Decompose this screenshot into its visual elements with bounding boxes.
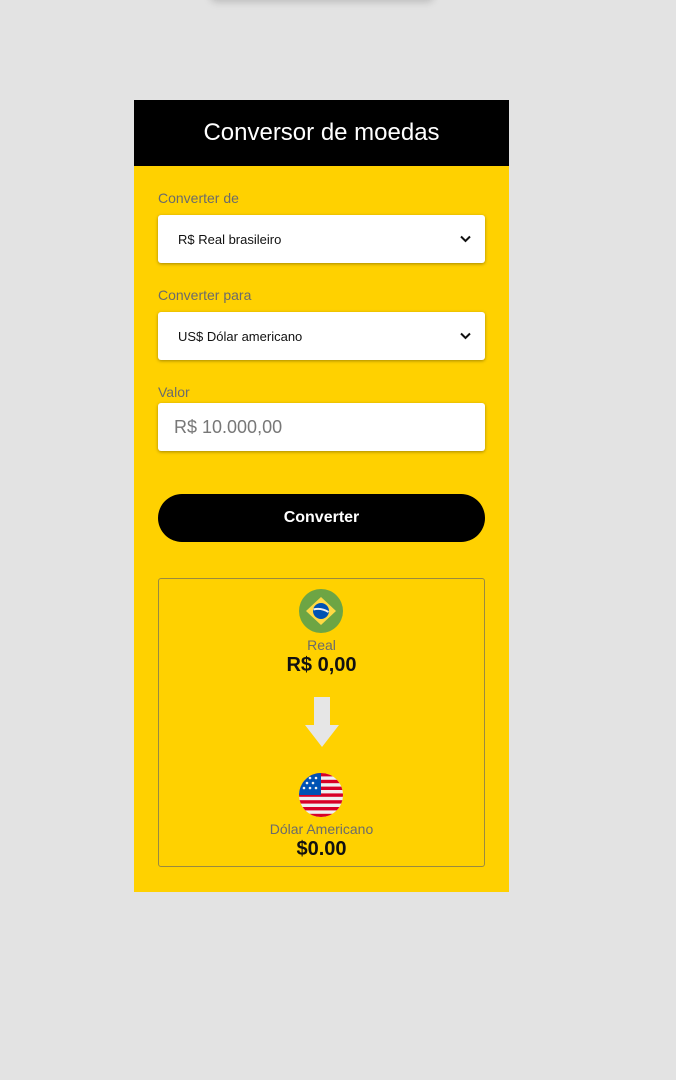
- card-header: Conversor de moedas: [134, 100, 509, 166]
- chevron-down-icon: [459, 233, 471, 245]
- target-currency-value: $0.00: [296, 838, 347, 860]
- amount-label: Valor: [158, 384, 190, 400]
- convert-button[interactable]: Converter: [158, 494, 485, 542]
- brazil-flag-icon: [299, 589, 343, 633]
- source-currency-value: R$ 0,00: [286, 654, 357, 676]
- arrow-down-icon: [305, 697, 339, 747]
- from-currency-value: R$ Real brasileiro: [178, 231, 282, 247]
- page-title: Conversor de moedas: [203, 119, 440, 146]
- from-currency-select[interactable]: R$ Real brasileiro: [158, 215, 485, 263]
- from-label: Converter de: [158, 190, 239, 206]
- result-panel: Real R$ 0,00 Dólar Americano $0.00: [158, 578, 485, 867]
- source-currency-name: Real: [307, 637, 336, 653]
- to-currency-select[interactable]: US$ Dólar americano: [158, 312, 485, 360]
- to-label: Converter para: [158, 287, 252, 303]
- to-currency-value: US$ Dólar americano: [178, 328, 303, 344]
- chevron-down-icon: [459, 330, 471, 342]
- amount-input[interactable]: R$ 10.000,00: [158, 403, 485, 451]
- target-currency-name: Dólar Americano: [269, 821, 374, 837]
- converter-card: Conversor de moedas Converter de R$ Real…: [134, 100, 509, 892]
- usa-flag-icon: [299, 773, 343, 817]
